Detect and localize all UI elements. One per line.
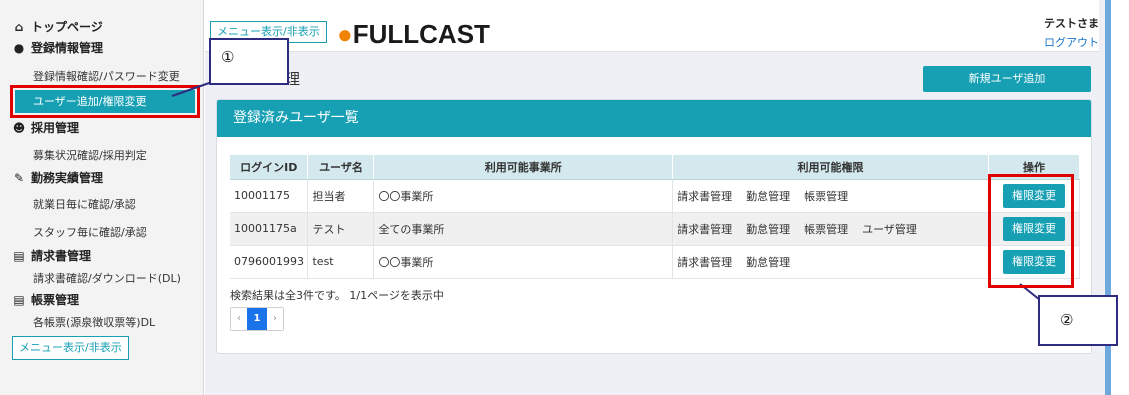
- sidebar-item-by-day[interactable]: 就業日毎に確認/承認: [33, 196, 136, 212]
- pager-next[interactable]: ›: [267, 308, 283, 330]
- sidebar-section-label: 採用管理: [31, 121, 80, 135]
- sidebar-item-invoice-dl[interactable]: 請求書確認/ダウンロード(DL): [33, 270, 181, 286]
- main-area: メニュー表示/非表示 ●FULLCAST テストさま ログアウト 理 新規ユーザ…: [205, 0, 1105, 395]
- permission-item: 勤怠管理: [746, 255, 791, 269]
- sidebar-item-label: トップページ: [31, 20, 103, 34]
- login-id: 0796001993: [230, 245, 309, 279]
- callout-1: ①: [209, 38, 289, 85]
- permission-item: 勤怠管理: [746, 189, 791, 203]
- sidebar-section-label: 勤務実績管理: [31, 171, 104, 185]
- permission-item: 帳票管理: [804, 222, 849, 236]
- table-row: 10001175a テスト 全ての事業所 請求書管理 勤怠管理 帳票管理 ユーザ管理 …: [230, 212, 1080, 246]
- sidebar-section-forms: ▤ 帳票管理: [12, 291, 79, 308]
- sidebar-item-user-add[interactable]: ユーザー追加/権限変更: [15, 90, 195, 113]
- permission-item: 勤怠管理: [746, 222, 791, 236]
- callout-2: ②: [1038, 295, 1118, 346]
- edit-icon: ✎: [13, 170, 25, 185]
- action-column-highlight: [988, 174, 1074, 288]
- pagination: ‹ 1 ›: [230, 307, 284, 331]
- permissions-cell: 請求書管理 勤怠管理: [672, 245, 989, 279]
- permission-item: 請求書管理: [677, 222, 733, 236]
- result-count: 検索結果は全3件です。 1/1ページを表示中: [230, 289, 444, 302]
- sidebar-section-recruitment: ☻ 採用管理: [12, 119, 79, 136]
- permission-item: 請求書管理: [677, 255, 733, 269]
- sidebar-item-user-add-highlight: ユーザー追加/権限変更: [10, 85, 200, 118]
- user-name-cell: テスト: [307, 212, 375, 246]
- table-row: 10001175 担当者 〇〇事業所 請求書管理 勤怠管理 帳票管理 権限変更: [230, 179, 1080, 213]
- column-header: 利用可能権限: [672, 155, 989, 180]
- sidebar-item-password[interactable]: 登録情報確認/パスワード変更: [33, 68, 180, 84]
- sidebar-section-invoice: ▤ 請求書管理: [12, 247, 91, 264]
- sidebar-section-attendance: ✎ 勤務実績管理: [12, 169, 103, 186]
- user-name-cell: test: [307, 245, 375, 279]
- add-user-button[interactable]: 新規ユーザ追加: [923, 66, 1091, 92]
- permission-item: 請求書管理: [677, 189, 733, 203]
- sidebar-section-label: 帳票管理: [31, 293, 80, 307]
- office-cell: 〇〇事業所: [373, 245, 674, 279]
- home-icon: ⌂: [14, 19, 24, 34]
- permissions-cell: 請求書管理 勤怠管理 帳票管理 ユーザ管理: [672, 212, 989, 246]
- sidebar-section-label: 請求書管理: [31, 249, 92, 263]
- header: メニュー表示/非表示 ●FULLCAST テストさま ログアウト: [205, 0, 1105, 52]
- sidebar-item-forms-dl[interactable]: 各帳票(源泉徴収票等)DL: [33, 314, 155, 330]
- sidebar-item-by-staff[interactable]: スタッフ毎に確認/承認: [33, 224, 147, 240]
- fullcast-logo: ●FULLCAST: [337, 19, 490, 49]
- permissions-cell: 請求書管理 勤怠管理 帳票管理: [672, 179, 989, 213]
- user-name: テストさま: [1044, 17, 1099, 30]
- permission-item: 帳票管理: [804, 189, 849, 203]
- document-icon: ▤: [13, 248, 25, 263]
- panel-title: 登録済みユーザ一覧: [217, 100, 1091, 137]
- sidebar-section-label: 登録情報管理: [31, 41, 104, 55]
- sidebar-section-registration: ● 登録情報管理: [12, 39, 103, 56]
- office-cell: 全ての事業所: [373, 212, 674, 246]
- pager-prev[interactable]: ‹: [231, 308, 247, 330]
- user-name-cell: 担当者: [307, 179, 375, 213]
- menu-toggle-button[interactable]: メニュー表示/非表示: [12, 336, 129, 360]
- document-icon: ▤: [13, 292, 25, 307]
- user-icon: ●: [13, 40, 25, 55]
- sidebar-item-top-page[interactable]: ⌂ トップページ: [12, 18, 103, 35]
- users-icon: ☻: [12, 120, 26, 135]
- pager-current[interactable]: 1: [247, 308, 267, 330]
- column-header: ログインID: [230, 155, 309, 180]
- login-id: 10001175: [230, 179, 309, 213]
- table-row: 0796001993 test 〇〇事業所 請求書管理 勤怠管理 権限変更: [230, 245, 1080, 279]
- sidebar-item-recruit-status[interactable]: 募集状況確認/採用判定: [33, 147, 147, 163]
- logout-link[interactable]: ログアウト: [1044, 34, 1099, 50]
- column-header: 利用可能事業所: [373, 155, 674, 180]
- office-cell: 〇〇事業所: [373, 179, 674, 213]
- column-header: ユーザ名: [307, 155, 375, 180]
- permission-item: ユーザ管理: [862, 222, 917, 236]
- login-id: 10001175a: [230, 212, 309, 246]
- user-list-panel: 登録済みユーザ一覧 ログインID ユーザ名 利用可能事業所 利用可能権限 操作 …: [216, 99, 1092, 354]
- user-table: ログインID ユーザ名 利用可能事業所 利用可能権限 操作 10001175 担…: [230, 155, 1080, 279]
- sidebar: ⌂ トップページ ● 登録情報管理 登録情報確認/パスワード変更 ユーザー追加/…: [0, 0, 204, 395]
